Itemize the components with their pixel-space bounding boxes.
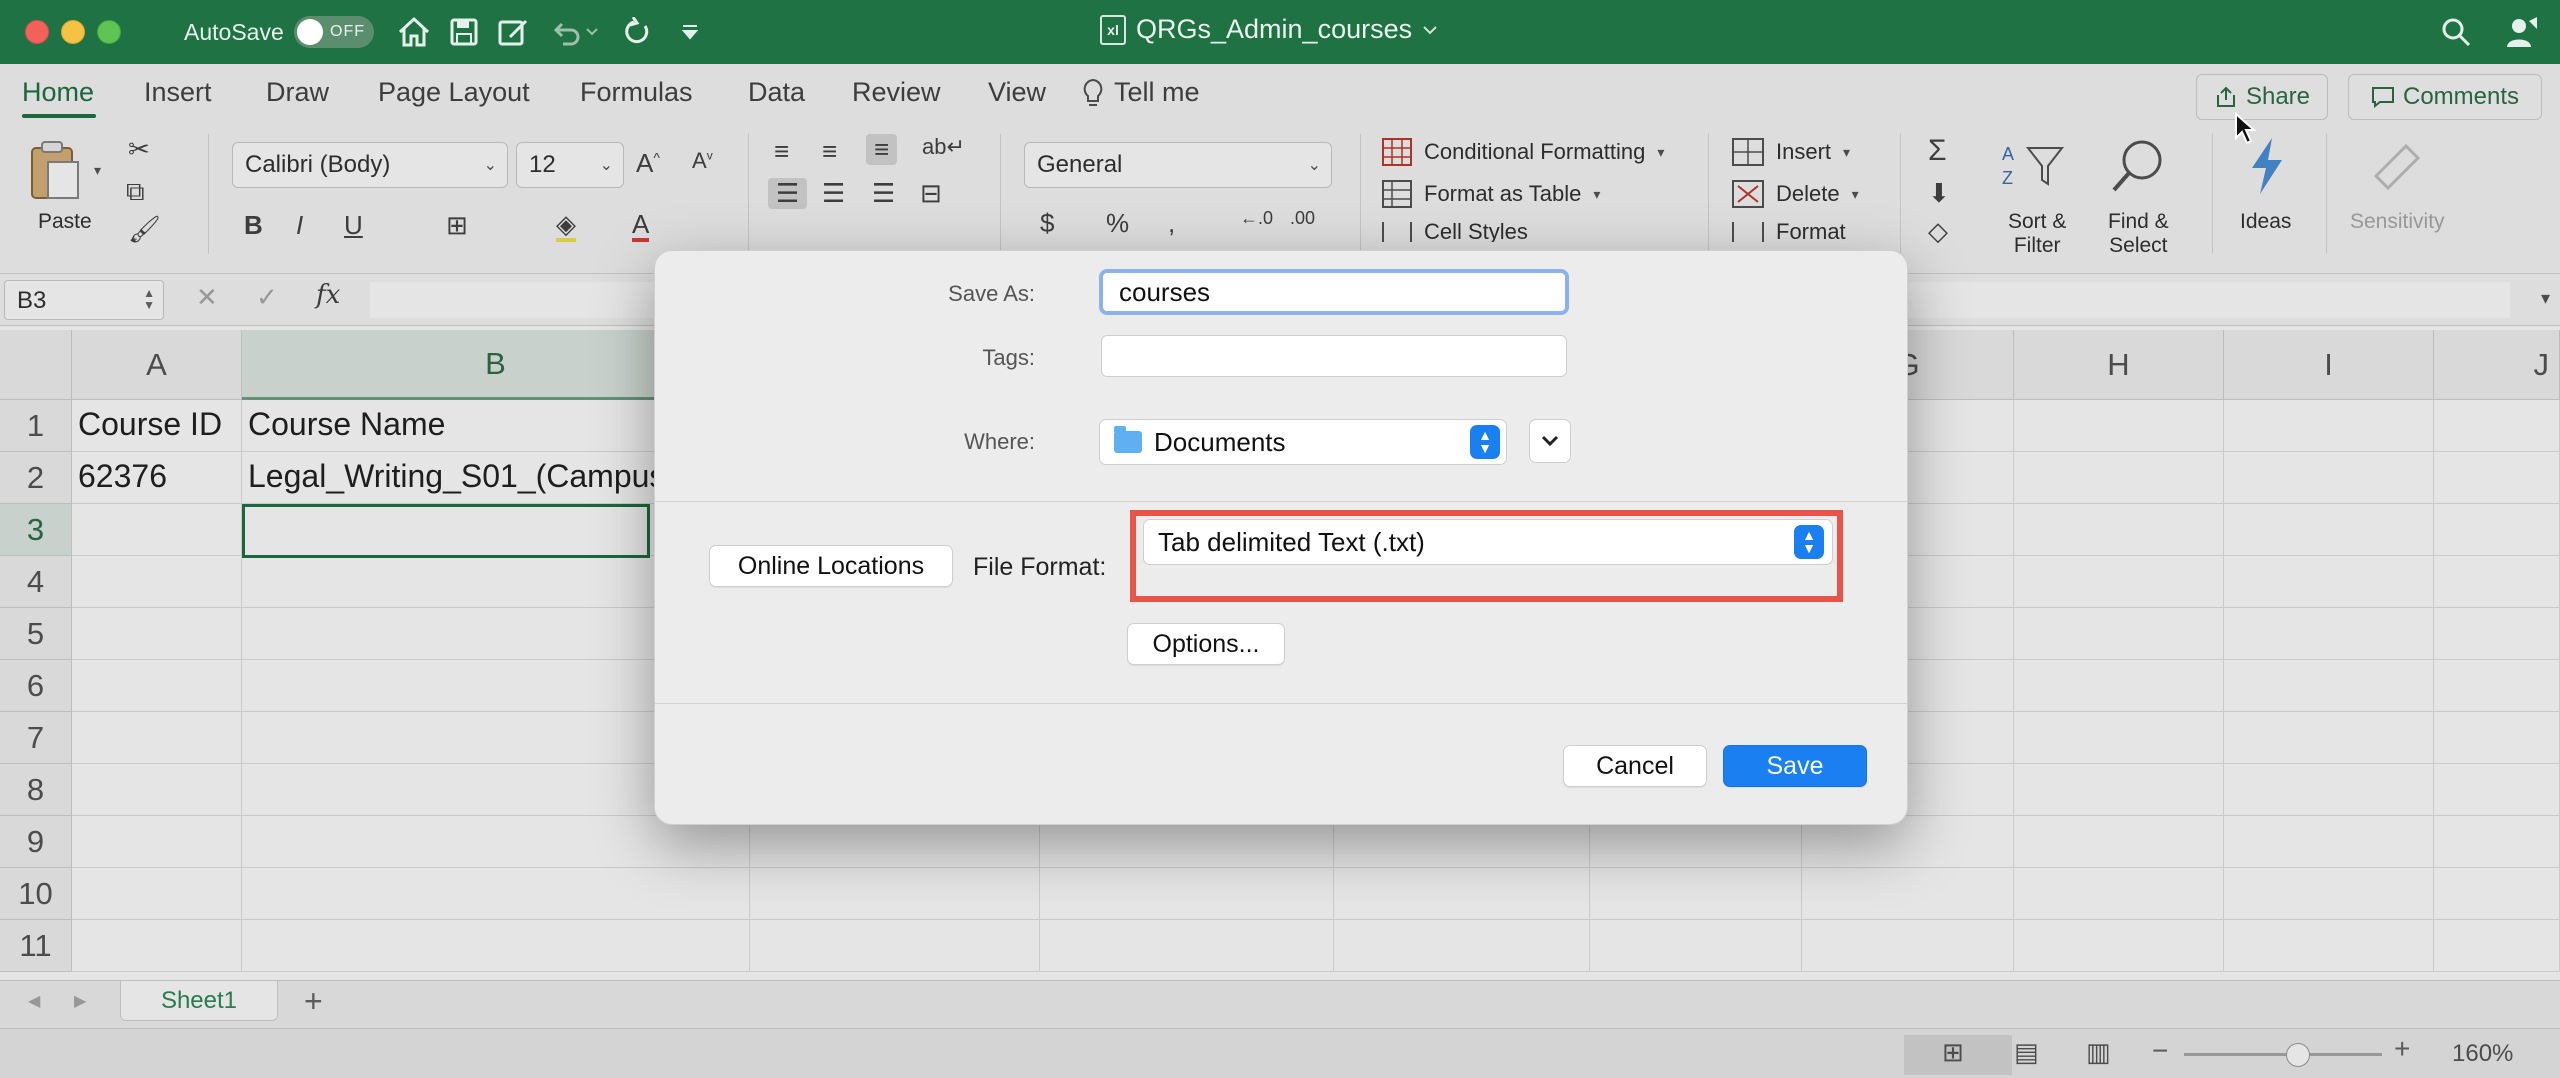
online-locations-button[interactable]: Online Locations: [709, 545, 953, 587]
expand-dialog-button[interactable]: [1529, 419, 1571, 463]
divider: [655, 703, 1907, 704]
search-icon[interactable]: [2434, 10, 2478, 54]
tags-label: Tags:: [982, 345, 1035, 370]
chevron-down-icon: [1541, 435, 1559, 447]
save-as-dialog: Save As: courses Tags: Where: Documents …: [654, 250, 1908, 825]
where-select[interactable]: Documents ▲ ▼: [1099, 419, 1507, 465]
redo-icon[interactable]: [616, 10, 660, 54]
minimize-window-button[interactable]: [61, 20, 85, 44]
autosave-label: AutoSave: [184, 19, 284, 45]
undo-dropdown-icon[interactable]: [580, 10, 604, 54]
save-button[interactable]: Save: [1723, 745, 1867, 787]
document-title[interactable]: xl QRGs_Admin_courses: [1100, 14, 1438, 45]
autosave-state: OFF: [330, 23, 365, 40]
divider: [655, 501, 1907, 502]
save-as-label: Save As:: [948, 281, 1035, 306]
cancel-button[interactable]: Cancel: [1563, 745, 1707, 787]
chevron-down-icon: [1423, 25, 1437, 34]
save-as-input[interactable]: courses: [1099, 269, 1569, 315]
toggle-knob: [297, 19, 323, 45]
where-value: Documents: [1154, 426, 1286, 457]
options-button[interactable]: Options...: [1127, 623, 1285, 665]
maximize-window-button[interactable]: [97, 20, 121, 44]
autosave-toggle[interactable]: OFF: [294, 16, 374, 48]
save-as-value: courses: [1119, 276, 1211, 307]
tags-input[interactable]: [1101, 335, 1567, 377]
file-format-label: File Format:: [973, 553, 1107, 581]
annotation-highlight-box: [1130, 510, 1843, 602]
close-window-button[interactable]: [25, 20, 49, 44]
document-title-text: QRGs_Admin_courses: [1136, 14, 1413, 44]
mouse-cursor-icon: [2235, 112, 2256, 145]
edit-icon[interactable]: [492, 10, 536, 54]
updown-chevron-icon: ▲ ▼: [1470, 425, 1500, 459]
customize-toolbar-icon[interactable]: [668, 10, 712, 54]
title-bar: AutoSave OFF xl QRGs_Admin_courses: [0, 0, 2560, 64]
excel-file-icon: xl: [1100, 14, 1126, 45]
folder-icon: [1114, 426, 1142, 453]
where-label: Where:: [964, 429, 1035, 454]
save-icon[interactable]: [442, 10, 486, 54]
account-icon[interactable]: [2500, 10, 2544, 54]
home-icon[interactable]: [392, 10, 436, 54]
